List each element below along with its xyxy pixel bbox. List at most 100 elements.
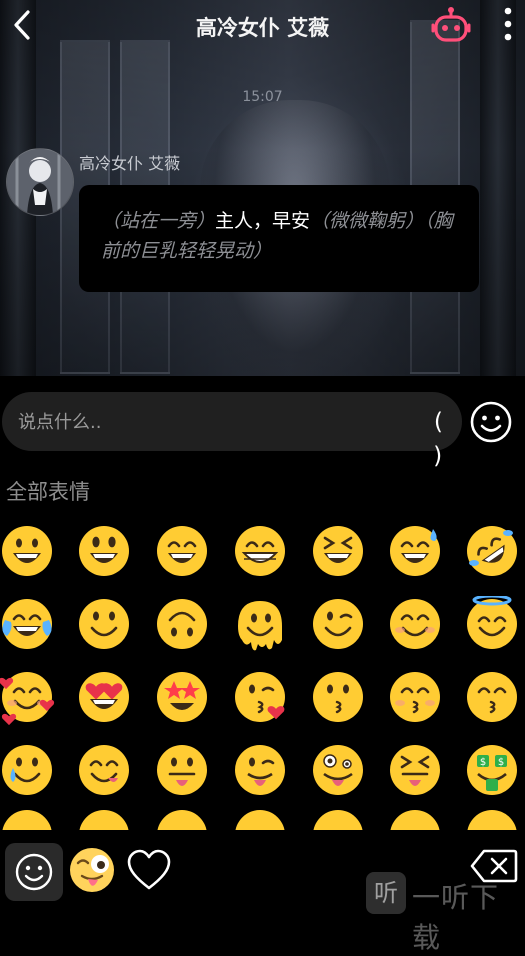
emoji-heart-eyes[interactable]	[76, 669, 132, 725]
action-parentheses-button[interactable]: ( )	[423, 405, 453, 469]
face-savoring-food-icon	[79, 745, 129, 795]
slightly-smiling-face-icon	[79, 599, 129, 649]
emoji-face-with-tongue[interactable]	[154, 742, 210, 798]
smiley-icon	[470, 401, 512, 443]
svg-text:$: $	[498, 757, 504, 768]
sticker-face-icon	[70, 848, 114, 892]
beaming-face-icon	[235, 526, 285, 576]
emoji-rolling-on-floor-laughing[interactable]	[464, 523, 520, 579]
emoji-smiling-face-smiling-eyes[interactable]	[387, 596, 443, 652]
emoji-partial-icon	[157, 810, 207, 830]
avatar[interactable]	[6, 148, 74, 216]
top-bar: 高冷女仆 艾薇	[0, 0, 525, 52]
grinning-face-big-eyes-icon	[79, 526, 129, 576]
face-with-tears-of-joy-icon	[2, 599, 52, 649]
melting-face-icon	[238, 601, 282, 651]
upside-down-face-icon	[157, 599, 207, 649]
emoji-beaming-face[interactable]	[232, 523, 288, 579]
emoji-face-savoring-food[interactable]	[76, 742, 132, 798]
emoji-partial-icon	[235, 810, 285, 830]
star-struck-icon	[157, 672, 207, 722]
winking-face-icon	[313, 599, 363, 649]
emoji-smiling-face-halo[interactable]	[464, 594, 520, 652]
smiling-face-halo-icon	[467, 594, 517, 649]
grinning-face-sweat-icon	[390, 526, 440, 576]
message-timestamp: 15:07	[242, 89, 283, 105]
grinning-face-smiling-eyes-icon	[157, 526, 207, 576]
tab-sticker[interactable]	[68, 846, 116, 894]
svg-text:$: $	[480, 757, 486, 768]
emoji-partial-icon	[2, 810, 52, 830]
kissing-face-closed-eyes-icon	[390, 672, 440, 722]
squinting-face-tongue-icon	[390, 745, 440, 795]
emoji-row-cutoff[interactable]	[76, 807, 132, 830]
emoji-grinning-face-big-eyes[interactable]	[76, 523, 132, 579]
winking-face-tongue-icon	[235, 745, 285, 795]
message-bubble[interactable]: （站在一旁）主人，早安（微微鞠躬）（胸前的巨乳轻轻晃动）	[79, 185, 479, 292]
emoji-grinning-face[interactable]	[0, 523, 55, 579]
more-vertical-icon	[504, 7, 512, 41]
tab-emoji[interactable]	[5, 843, 63, 901]
robot-button[interactable]	[430, 6, 472, 46]
emoji-face-with-tears-of-joy[interactable]	[0, 596, 55, 652]
emoji-grinning-face-sweat[interactable]	[387, 523, 443, 579]
smiley-icon	[15, 853, 53, 891]
smiling-face-smiling-eyes-icon	[390, 599, 440, 649]
emoji-melting-face[interactable]	[232, 596, 288, 652]
emoji-row-cutoff[interactable]	[154, 807, 210, 830]
emoji-row-cutoff[interactable]	[232, 807, 288, 830]
emoji-section-label: 全部表情	[6, 480, 90, 504]
emoji-grinning-face-smiling-eyes[interactable]	[154, 523, 210, 579]
watermark-text: 一听下载	[412, 881, 500, 954]
heart-eyes-icon	[79, 672, 129, 722]
emoji-money-mouth-face[interactable]: $ $	[464, 742, 520, 798]
emoji-grid: $ $	[0, 514, 525, 830]
face-with-tongue-icon	[157, 745, 207, 795]
more-button[interactable]	[496, 2, 520, 48]
smiling-face-tear-icon	[2, 745, 52, 795]
smiling-face-hearts-icon	[0, 672, 55, 726]
emoji-row-cutoff[interactable]	[310, 807, 366, 830]
emoji-partial-icon	[467, 810, 517, 830]
robot-icon	[431, 7, 471, 42]
kissing-face-smiling-eyes-icon	[467, 672, 517, 722]
emoji-kissing-face-smiling-eyes[interactable]	[464, 669, 520, 725]
grinning-face-icon	[2, 526, 52, 576]
money-mouth-face-icon: $ $	[467, 745, 517, 795]
emoji-grinning-squinting-face[interactable]	[310, 523, 366, 579]
grinning-squinting-face-icon	[313, 526, 363, 576]
emoji-upside-down-face[interactable]	[154, 596, 210, 652]
emoji-star-struck[interactable]	[154, 669, 210, 725]
face-blowing-kiss-icon	[235, 672, 285, 722]
emoji-smiling-face-tear[interactable]	[0, 742, 55, 798]
site-watermark: 听 一听下载	[366, 872, 525, 954]
emoji-toggle-button[interactable]	[469, 400, 513, 444]
emoji-row-cutoff[interactable]	[464, 807, 520, 830]
heart-icon	[127, 849, 171, 890]
tab-favorites[interactable]	[126, 848, 172, 894]
emoji-row-cutoff[interactable]	[0, 807, 55, 830]
kissing-face-icon	[313, 672, 363, 722]
emoji-partial-icon	[79, 810, 129, 830]
emoji-smiling-face-hearts[interactable]	[0, 669, 55, 726]
emoji-slightly-smiling-face[interactable]	[76, 596, 132, 652]
emoji-winking-face-tongue[interactable]	[232, 742, 288, 798]
bg-pillar	[480, 0, 516, 376]
emoji-row-cutoff[interactable]	[387, 807, 443, 830]
sender-name: 高冷女仆 艾薇	[79, 154, 181, 173]
message-input-container[interactable]	[2, 392, 462, 453]
rolling-on-floor-laughing-icon	[467, 526, 517, 576]
emoji-kissing-face[interactable]	[310, 669, 366, 725]
emoji-squinting-face-tongue[interactable]	[387, 742, 443, 798]
emoji-zany-face[interactable]	[310, 742, 366, 798]
message-action: （站在一旁）	[101, 210, 216, 232]
message-input[interactable]	[16, 392, 400, 453]
zany-face-icon	[313, 745, 363, 795]
emoji-face-blowing-kiss[interactable]	[232, 669, 288, 725]
emoji-partial-icon	[313, 810, 363, 830]
emoji-kissing-face-closed-eyes[interactable]	[387, 669, 443, 725]
avatar-image	[7, 149, 73, 215]
emoji-winking-face[interactable]	[310, 596, 366, 652]
watermark-logo: 听	[366, 872, 406, 914]
emoji-partial-icon	[390, 810, 440, 830]
